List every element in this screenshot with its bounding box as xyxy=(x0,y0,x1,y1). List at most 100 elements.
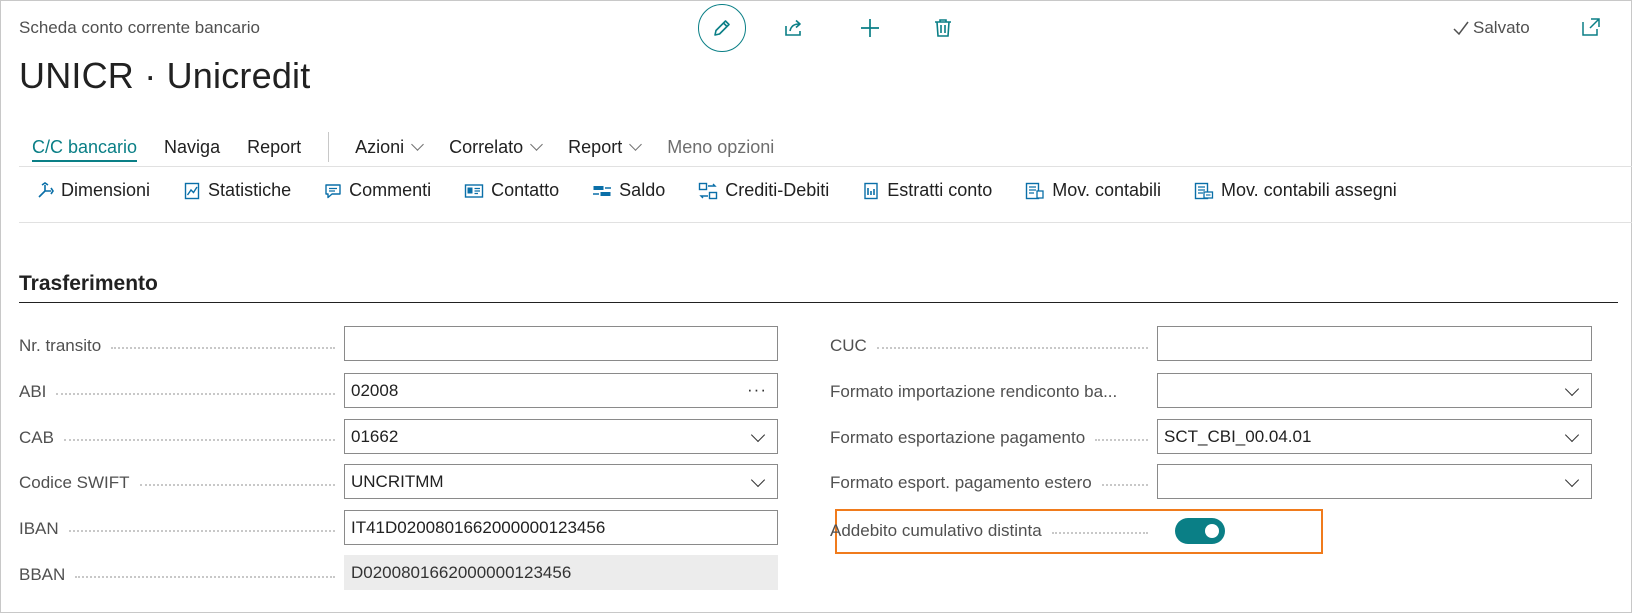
plus-icon xyxy=(861,19,879,37)
field-value: SCT_CBI_00.04.01 xyxy=(1164,426,1312,446)
field-formato-esportazione: Formato esportazione pagamento xyxy=(830,420,1156,456)
check-ledger-entries-icon xyxy=(1194,182,1214,199)
action-contatto[interactable]: Contatto xyxy=(464,180,559,201)
field-formato-importazione: Formato importazione rendiconto ba... xyxy=(830,374,1156,410)
field-label: ABI xyxy=(19,382,47,401)
contact-icon xyxy=(464,183,484,198)
field-value: 02008 xyxy=(351,380,399,400)
dimensions-icon xyxy=(38,181,54,198)
tab-report[interactable]: Report xyxy=(247,137,301,158)
formato-importazione-select[interactable] xyxy=(1157,373,1592,408)
formato-esportazione-select[interactable]: SCT_CBI_00.04.01 xyxy=(1157,419,1592,454)
action-crediti-debiti[interactable]: Crediti-Debiti xyxy=(698,180,829,201)
field-addebito-cumulativo: Addebito cumulativo distinta xyxy=(830,513,1156,549)
addebito-cumulativo-toggle[interactable] xyxy=(1175,518,1225,544)
delete-button[interactable] xyxy=(931,16,955,40)
section-divider xyxy=(19,302,1618,303)
chevron-down-icon xyxy=(1564,381,1580,397)
saved-label: Salvato xyxy=(1473,18,1530,37)
bban-readonly: D0200801662000000123456 xyxy=(344,555,778,590)
tab-label: Azioni xyxy=(355,136,405,157)
field-formato-esport-estero: Formato esport. pagamento estero xyxy=(830,465,1156,501)
tab-meno-opzioni[interactable]: Meno opzioni xyxy=(667,137,774,158)
new-button[interactable] xyxy=(858,16,882,40)
field-cuc: CUC xyxy=(830,328,1156,364)
open-in-new-window-button[interactable] xyxy=(1580,16,1602,38)
share-button[interactable] xyxy=(782,16,806,40)
balance-icon xyxy=(593,185,612,196)
checkmark-icon xyxy=(1453,21,1469,36)
more-icon[interactable]: ··· xyxy=(747,380,767,400)
chevron-down-icon xyxy=(530,138,544,151)
tab-label: Naviga xyxy=(164,136,221,157)
chevron-down-icon xyxy=(1564,472,1580,488)
action-mov-contabili[interactable]: Mov. contabili xyxy=(1025,180,1161,201)
action-label: Contatto xyxy=(491,180,560,200)
tab-separator xyxy=(328,132,330,162)
action-statistiche[interactable]: Statistiche xyxy=(183,180,291,201)
cuc-input[interactable] xyxy=(1157,326,1592,361)
chevron-down-icon xyxy=(750,472,766,488)
pencil-icon xyxy=(714,20,730,36)
field-label: BBAN xyxy=(19,565,66,584)
tab-cc-bancario[interactable]: C/C bancario xyxy=(32,136,138,162)
tab-label: Meno opzioni xyxy=(667,136,775,157)
trash-icon xyxy=(935,19,951,37)
statements-icon xyxy=(864,182,878,199)
field-label: CUC xyxy=(830,336,867,355)
field-label: Codice SWIFT xyxy=(19,473,130,492)
toggle-knob xyxy=(1205,524,1219,538)
action-dimensioni[interactable]: Dimensioni xyxy=(36,180,150,201)
action-label: Commenti xyxy=(349,180,432,200)
field-label: Addebito cumulativo distinta xyxy=(830,521,1042,540)
section-title: Trasferimento xyxy=(19,272,158,295)
comments-icon xyxy=(325,183,341,198)
field-codice-swift: Codice SWIFT xyxy=(19,465,343,501)
saved-status: Salvato xyxy=(1452,18,1530,38)
tab-label: Report xyxy=(568,136,623,157)
receivables-payables-icon xyxy=(699,182,718,199)
iban-input[interactable]: IT41D0200801662000000123456 xyxy=(344,510,778,545)
field-abi: ABI xyxy=(19,374,343,410)
tab-label: Report xyxy=(247,136,302,157)
share-icon xyxy=(785,19,801,36)
page-caption: Scheda conto corrente bancario xyxy=(19,18,260,37)
tab-label: C/C bancario xyxy=(32,136,138,157)
field-value: UNCRITMM xyxy=(351,471,444,491)
edit-button[interactable] xyxy=(698,4,746,52)
tab-label: Correlato xyxy=(449,136,524,157)
popout-icon xyxy=(1582,18,1600,36)
field-label: CAB xyxy=(19,428,54,447)
abi-input[interactable]: 02008 ··· xyxy=(344,373,778,408)
action-label: Dimensioni xyxy=(61,180,151,200)
action-label: Statistiche xyxy=(208,180,292,200)
codice-swift-select[interactable]: UNCRITMM xyxy=(344,464,778,499)
tab-naviga[interactable]: Naviga xyxy=(164,137,220,158)
tab-azioni[interactable]: Azioni xyxy=(355,136,425,158)
ledger-entries-icon xyxy=(1026,182,1044,199)
cab-select[interactable]: 01662 xyxy=(344,419,778,454)
field-value: 01662 xyxy=(351,426,399,446)
action-estratti-conto[interactable]: Estratti conto xyxy=(862,180,992,201)
actions-bar: Dimensioni Statistiche Commenti Contatto… xyxy=(19,166,1632,223)
field-label: Formato importazione rendiconto ba... xyxy=(830,382,1118,401)
field-cab: CAB xyxy=(19,420,343,456)
action-mov-contabili-assegni[interactable]: Mov. contabili assegni xyxy=(1194,180,1397,201)
field-iban: IBAN xyxy=(19,511,343,547)
action-label: Estratti conto xyxy=(887,180,993,200)
menu-tabs: C/C bancario Naviga Report Azioni Correl… xyxy=(32,132,801,162)
chevron-down-icon xyxy=(750,427,766,443)
action-saldo[interactable]: Saldo xyxy=(592,180,665,201)
action-label: Crediti-Debiti xyxy=(725,180,830,200)
chevron-down-icon xyxy=(411,138,425,151)
field-nr-transito: Nr. transito xyxy=(19,328,343,364)
chevron-down-icon xyxy=(1564,427,1580,443)
action-label: Mov. contabili assegni xyxy=(1221,180,1397,200)
formato-esport-estero-select[interactable] xyxy=(1157,464,1592,499)
action-commenti[interactable]: Commenti xyxy=(324,180,431,201)
field-label: Formato esportazione pagamento xyxy=(830,428,1086,447)
tab-correlato[interactable]: Correlato xyxy=(449,136,544,158)
nr-transito-input[interactable] xyxy=(344,326,778,361)
tab-report-menu[interactable]: Report xyxy=(568,136,643,158)
field-label: Nr. transito xyxy=(19,336,102,355)
